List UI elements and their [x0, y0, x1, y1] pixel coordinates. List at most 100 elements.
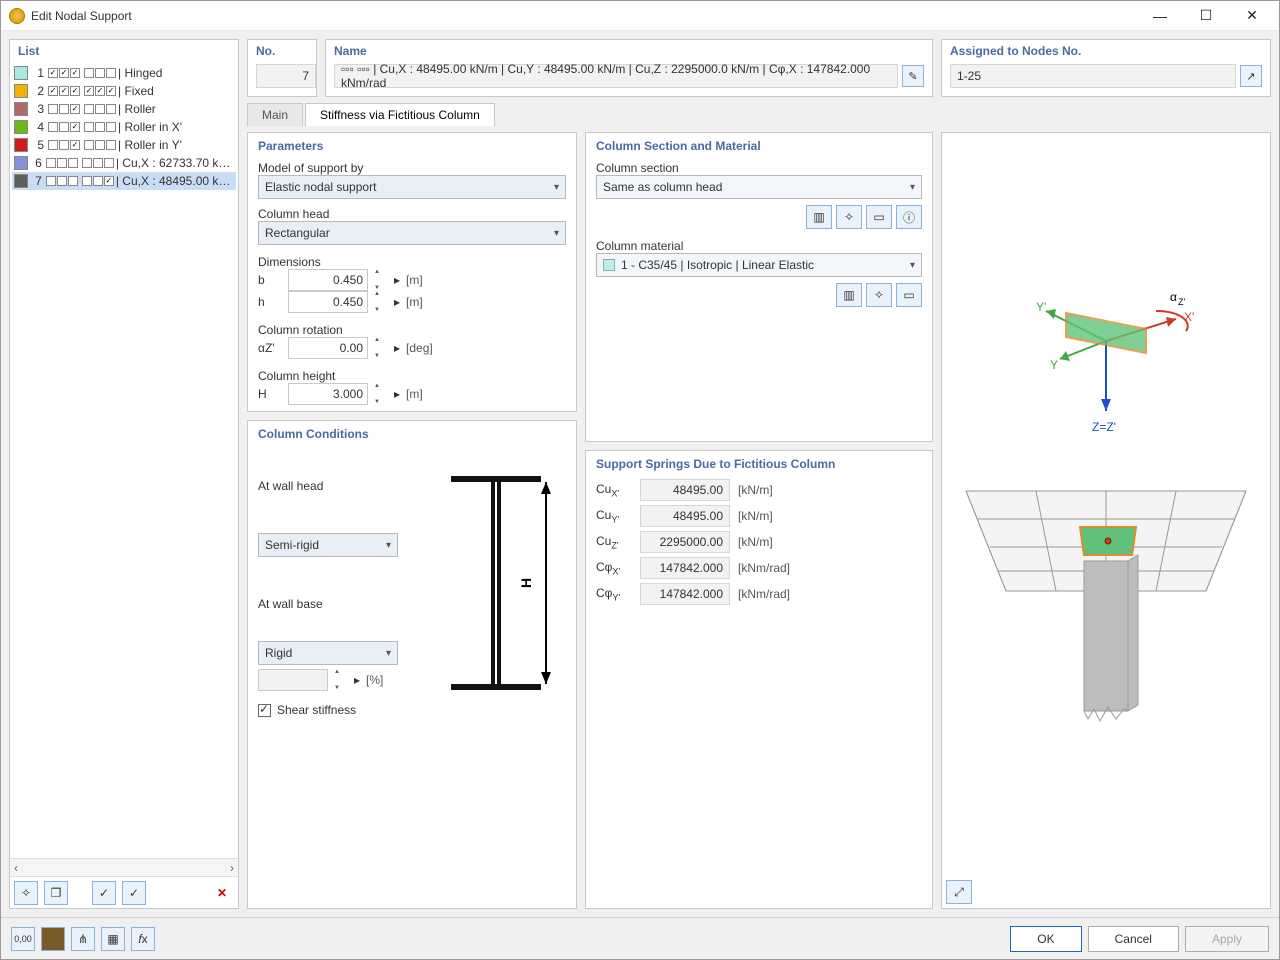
column-head-dropdown[interactable]: Rectangular▾ — [258, 221, 566, 245]
spring-row: CφY'147842.000[kNm/rad] — [596, 583, 922, 605]
color-swatch — [14, 138, 28, 152]
b-spinner[interactable]: ▲▼ — [374, 269, 388, 291]
list-item[interactable]: 7 | Cu,X : 48495.00 kN/m | … — [12, 172, 236, 190]
model-button[interactable]: ⋔ — [71, 927, 95, 951]
apply-button[interactable]: Apply — [1185, 926, 1269, 952]
conditions-card: Column Conditions At wall head Semi-rigi… — [247, 420, 577, 909]
list-item[interactable]: 3 | Roller — [12, 100, 236, 118]
spring-label: CφY' — [596, 586, 632, 602]
list-item[interactable]: 4 | Roller in X' — [12, 118, 236, 136]
parameters-header: Parameters — [258, 139, 566, 153]
color-swatch — [14, 66, 28, 80]
hdim-spinner[interactable]: ▲▼ — [374, 291, 388, 313]
assigned-value[interactable]: 1-25 — [950, 64, 1236, 88]
b-label: b — [258, 273, 282, 287]
column-diagram: H — [436, 449, 566, 717]
material-new-button[interactable]: ✧ — [866, 283, 892, 307]
close-button[interactable]: ✕ — [1229, 2, 1275, 30]
model-label: Model of support by — [258, 161, 566, 175]
spring-row: CuY'48495.00[kN/m] — [596, 505, 922, 527]
spring-row: CφX'147842.000[kNm/rad] — [596, 557, 922, 579]
svg-text:X': X' — [1184, 310, 1194, 324]
copy-item-button[interactable]: ❐ — [44, 881, 68, 905]
az-input[interactable]: 0.00 — [288, 337, 368, 359]
list-area[interactable]: 1 | Hinged2 | Fixed3 | Roller4 | Roller … — [10, 62, 238, 858]
color-swatch — [14, 156, 28, 170]
az-label: αZ' — [258, 341, 282, 355]
section-library-button[interactable]: ▥ — [806, 205, 832, 229]
spring-label: CuY' — [596, 508, 632, 524]
base-condition-dropdown[interactable]: Rigid▾ — [258, 641, 398, 665]
color-button[interactable] — [41, 927, 65, 951]
spring-row: CuZ'2295000.00[kN/m] — [596, 531, 922, 553]
material-edit-button[interactable]: ▭ — [896, 283, 922, 307]
column-head-label: Column head — [258, 207, 566, 221]
name-box: Name ▫▫▫ ▫▫▫ | Cu,X : 48495.00 kN/m | Cu… — [325, 39, 933, 97]
new-item-button[interactable]: ✧ — [14, 881, 38, 905]
edit-name-button[interactable]: ✎ — [902, 65, 924, 87]
check-button-1[interactable]: ✓ — [92, 881, 116, 905]
az-spinner[interactable]: ▲▼ — [374, 337, 388, 359]
view-options-button[interactable]: ⤢ — [946, 880, 972, 904]
no-box: No. 7 — [247, 39, 317, 97]
shear-stiffness-checkbox[interactable] — [258, 704, 271, 717]
section-dropdown[interactable]: Same as column head▾ — [596, 175, 922, 199]
list-item[interactable]: 6 | Cu,X : 62733.70 kN/m | … — [12, 154, 236, 172]
list-item[interactable]: 1 | Hinged — [12, 64, 236, 82]
footer: 0,00 ⋔ ▦ fx OK Cancel Apply — [1, 917, 1279, 959]
material-label: Column material — [596, 239, 922, 253]
height-label: Column height — [258, 369, 566, 383]
head-condition-dropdown[interactable]: Semi-rigid▾ — [258, 533, 398, 557]
preview-3d[interactable]: X' Y' Y Z=Z' αZ' — [941, 132, 1271, 909]
spring-value: 147842.000 — [640, 557, 730, 579]
display-button[interactable]: ▦ — [101, 927, 125, 951]
fx-button[interactable]: fx — [131, 927, 155, 951]
horizontal-scrollbar[interactable]: ‹› — [10, 858, 238, 876]
window-title: Edit Nodal Support — [31, 9, 1137, 23]
list-item[interactable]: 2 | Fixed — [12, 82, 236, 100]
svg-text:Y: Y — [1050, 358, 1058, 372]
spring-label: CuX' — [596, 482, 632, 498]
color-swatch — [14, 174, 28, 188]
springs-card: Support Springs Due to Fictitious Column… — [585, 450, 933, 909]
cancel-button[interactable]: Cancel — [1088, 926, 1179, 952]
svg-text:Z=Z': Z=Z' — [1092, 420, 1116, 434]
name-value: ▫▫▫ ▫▫▫ | Cu,X : 48495.00 kN/m | Cu,Y : … — [334, 64, 898, 88]
springs-header: Support Springs Due to Fictitious Column — [596, 457, 922, 471]
ok-button[interactable]: OK — [1010, 926, 1081, 952]
base-pct-input — [258, 669, 328, 691]
spring-label: CuZ' — [596, 534, 632, 550]
hdim-input[interactable]: 0.450 — [288, 291, 368, 313]
tab-main[interactable]: Main — [247, 103, 303, 126]
list-panel: List 1 | Hinged2 | Fixed3 | Roller4 | Ro… — [9, 39, 239, 909]
delete-button[interactable]: ✕ — [210, 881, 234, 905]
units-button[interactable]: 0,00 — [11, 927, 35, 951]
assigned-box: Assigned to Nodes No. 1-25 ↗ — [941, 39, 1271, 97]
section-new-button[interactable]: ✧ — [836, 205, 862, 229]
b-input[interactable]: 0.450 — [288, 269, 368, 291]
dimensions-label: Dimensions — [258, 255, 566, 269]
app-icon — [9, 8, 25, 24]
tab-fictitious[interactable]: Stiffness via Fictitious Column — [305, 103, 495, 126]
maximize-button[interactable]: ☐ — [1183, 2, 1229, 30]
check-button-2[interactable]: ✓ — [122, 881, 146, 905]
section-edit-button[interactable]: ▭ — [866, 205, 892, 229]
color-swatch — [14, 84, 28, 98]
svg-text:α: α — [1170, 290, 1177, 304]
list-item[interactable]: 5 | Roller in Y' — [12, 136, 236, 154]
parameters-card: Parameters Model of support by Elastic n… — [247, 132, 577, 412]
H-input[interactable]: 3.000 — [288, 383, 368, 405]
minimize-button[interactable]: — — [1137, 2, 1183, 30]
section-info-button[interactable]: ⓘ — [896, 205, 922, 229]
model-dropdown[interactable]: Elastic nodal support▾ — [258, 175, 566, 199]
material-library-button[interactable]: ▥ — [836, 283, 862, 307]
conditions-header: Column Conditions — [258, 427, 566, 441]
pick-nodes-button[interactable]: ↗ — [1240, 65, 1262, 87]
titlebar: Edit Nodal Support — ☐ ✕ — [1, 1, 1279, 31]
color-swatch — [14, 120, 28, 134]
hdim-label: h — [258, 295, 282, 309]
spring-row: CuX'48495.00[kN/m] — [596, 479, 922, 501]
material-dropdown[interactable]: 1 - C35/45 | Isotropic | Linear Elastic▾ — [596, 253, 922, 277]
svg-text:Y': Y' — [1036, 300, 1046, 314]
H-spinner[interactable]: ▲▼ — [374, 383, 388, 405]
